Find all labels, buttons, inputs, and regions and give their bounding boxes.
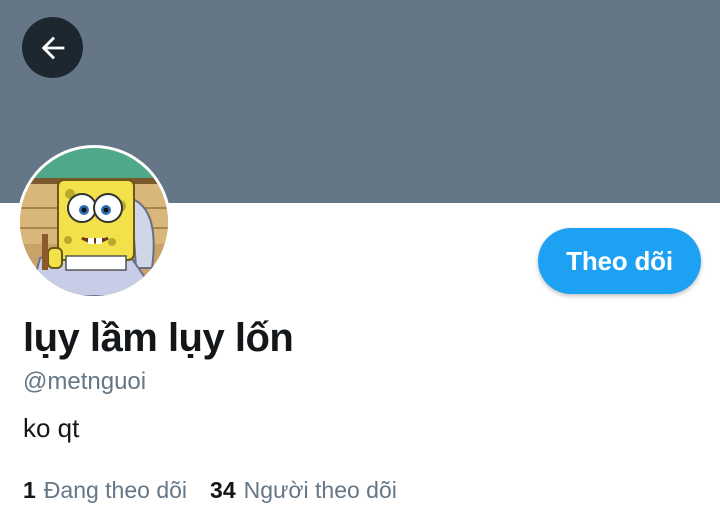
avatar-frame: [17, 145, 171, 299]
back-button[interactable]: [22, 17, 83, 78]
following-label: Đang theo dõi: [43, 477, 188, 503]
profile-bio: ko qt: [23, 413, 80, 443]
follow-button[interactable]: Theo dõi: [538, 228, 701, 294]
following-count: 1: [23, 477, 36, 503]
profile-stats: 1 Đang theo dõi 34 Người theo dõi: [23, 477, 397, 504]
user-handle: @metnguoi: [23, 368, 147, 395]
followers-label: Người theo dõi: [243, 477, 397, 503]
followers-count: 34: [210, 477, 236, 503]
arrow-left-icon: [36, 31, 70, 65]
avatar[interactable]: [20, 148, 168, 296]
display-name: lụy lầm lụy lốn: [23, 316, 294, 360]
followers-stat[interactable]: 34 Người theo dõi: [210, 477, 397, 504]
following-stat[interactable]: 1 Đang theo dõi: [23, 477, 187, 504]
